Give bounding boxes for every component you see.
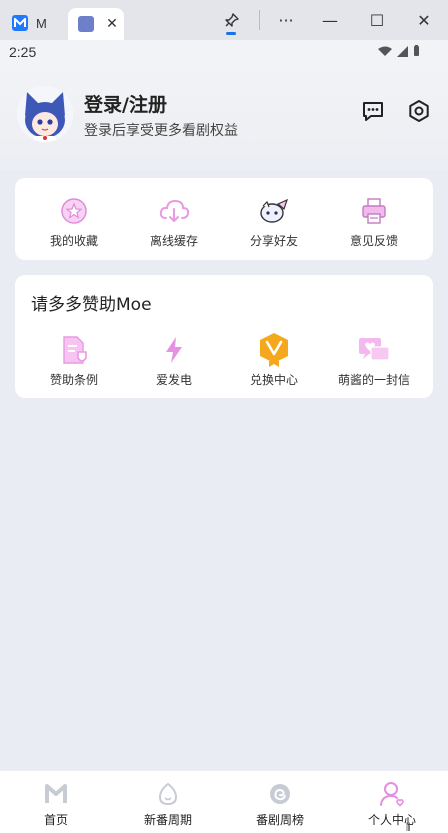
cloud-download-icon <box>156 194 192 228</box>
offline-cache-label: 离线缓存 <box>149 234 198 248</box>
tab-close-button[interactable]: ✕ <box>104 16 120 32</box>
profile-header: 登录/注册 登录后享受更多看剧权益 <box>0 64 448 170</box>
printer-icon <box>356 194 392 228</box>
status-icons <box>378 45 420 57</box>
login-register-link[interactable]: 登录/注册 <box>84 90 167 117</box>
offline-cache-button[interactable]: 离线缓存 <box>124 194 224 249</box>
sponsor-terms-label: 赞助条例 <box>49 373 98 387</box>
share-mascot-icon <box>256 194 292 228</box>
pin-active-indicator <box>226 32 236 35</box>
bottom-nav: 首页 新番周期 番剧周榜 个人中心 <box>0 770 448 833</box>
star-coin-icon <box>56 194 92 228</box>
quick-actions-card: 我的收藏 离线缓存 分享好友 意见反馈 <box>15 178 433 260</box>
document-shield-icon <box>56 333 92 367</box>
anime-favicon-icon <box>78 16 94 32</box>
user-heart-icon <box>379 781 405 807</box>
nav-new-season-label: 新番周期 <box>143 813 192 827</box>
redeem-center-label: 兑换中心 <box>249 373 298 387</box>
toolbar-divider <box>259 10 260 30</box>
letter-button[interactable]: 萌酱的一封信 <box>324 333 424 388</box>
egg-icon <box>155 781 181 807</box>
pin-icon <box>225 13 239 27</box>
tab-title: M <box>36 15 47 31</box>
status-time: 2:25 <box>9 44 37 60</box>
letter-heart-icon <box>356 333 392 367</box>
badge-icon <box>256 333 292 367</box>
nav-home[interactable]: 首页 <box>0 771 112 833</box>
more-button[interactable]: ··· <box>271 8 301 32</box>
battery-icon <box>414 45 419 56</box>
swirl-icon <box>267 781 293 807</box>
lightning-icon <box>156 333 192 367</box>
browser-tab-active[interactable]: ✕ <box>68 8 124 40</box>
message-button[interactable] <box>360 98 386 124</box>
sponsor-terms-button[interactable]: 赞助条例 <box>24 333 124 388</box>
sponsor-title: 请多多赞助Moe <box>31 295 152 315</box>
status-bar: 2:25 <box>0 40 448 64</box>
login-subtitle: 登录后享受更多看剧权益 <box>84 123 238 139</box>
afdian-label: 爱发电 <box>155 373 192 387</box>
signal-icon <box>397 45 408 57</box>
favorites-button[interactable]: 我的收藏 <box>24 194 124 249</box>
home-m-icon <box>43 781 69 807</box>
wifi-icon <box>378 46 392 56</box>
share-label: 分享好友 <box>249 234 298 248</box>
nav-weekly-rank-label: 番剧周榜 <box>255 813 304 827</box>
app-favicon-icon <box>12 15 28 31</box>
pin-button[interactable] <box>219 8 243 34</box>
nav-weekly-rank[interactable]: 番剧周榜 <box>224 771 336 833</box>
message-icon <box>363 102 383 121</box>
nav-new-season[interactable]: 新番周期 <box>112 771 224 833</box>
resize-handle-icon[interactable]: ⫴ <box>406 821 411 833</box>
avatar[interactable] <box>17 86 73 142</box>
afdian-button[interactable]: 爱发电 <box>124 333 224 388</box>
sponsor-card: 请多多赞助Moe 赞助条例 爱发电 兑换中心 萌酱的一封信 <box>15 275 433 398</box>
share-button[interactable]: 分享好友 <box>224 194 324 249</box>
maximize-button[interactable]: ☐ <box>362 8 392 32</box>
favorites-label: 我的收藏 <box>49 234 98 248</box>
feedback-button[interactable]: 意见反馈 <box>324 194 424 249</box>
browser-titlebar: M ✕ ··· — ☐ ✕ <box>0 0 448 40</box>
minimize-button[interactable]: — <box>315 8 345 32</box>
window-close-button[interactable]: ✕ <box>409 8 439 32</box>
redeem-center-button[interactable]: 兑换中心 <box>224 333 324 388</box>
gear-icon <box>409 100 429 122</box>
settings-button[interactable] <box>406 98 432 124</box>
nav-home-label: 首页 <box>43 813 68 827</box>
feedback-label: 意见反馈 <box>349 234 398 248</box>
browser-tab-inactive[interactable]: M <box>12 8 64 38</box>
nav-profile[interactable]: 个人中心 <box>336 771 448 833</box>
letter-label: 萌酱的一封信 <box>337 373 410 387</box>
